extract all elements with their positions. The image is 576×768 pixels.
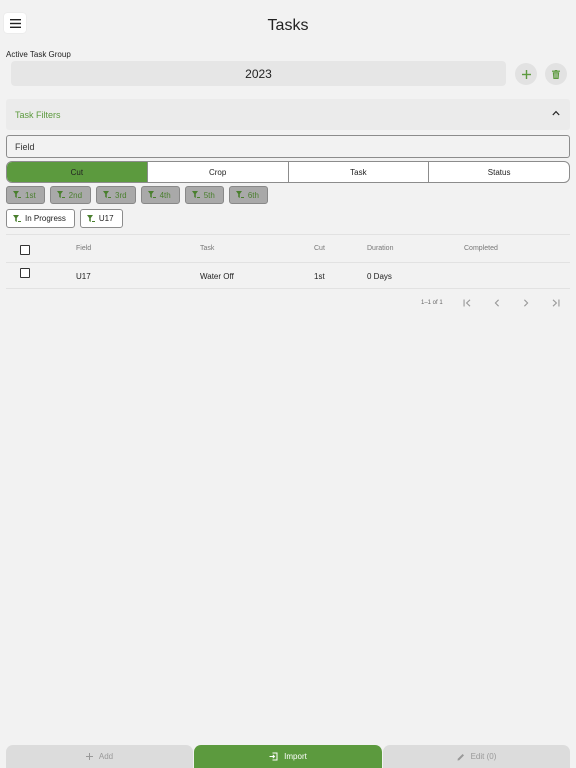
table-divider (6, 262, 570, 263)
filter-icon (235, 191, 244, 198)
cell-field: U17 (76, 272, 91, 281)
edit-button[interactable]: Edit (0) (383, 745, 570, 768)
filter-icon (56, 191, 65, 198)
chip-cut-3rd[interactable]: 3rd (96, 186, 136, 204)
chip-label: 4th (159, 190, 171, 200)
chip-label: In Progress (25, 214, 66, 223)
task-group-label: Active Task Group (6, 50, 71, 59)
column-header-task[interactable]: Task (200, 245, 214, 252)
field-filter-placeholder: Field (15, 141, 35, 152)
column-header-completed[interactable]: Completed (464, 245, 498, 252)
row-checkbox[interactable] (20, 268, 30, 278)
chevron-up-icon[interactable] (552, 110, 560, 116)
import-button[interactable]: Import (194, 745, 382, 768)
chip-label: U17 (98, 214, 114, 223)
add-task-label: Add (98, 752, 114, 761)
segment-crop[interactable]: Crop (146, 162, 288, 182)
trash-icon (552, 69, 560, 79)
plus-icon (521, 69, 531, 79)
field-filter-input[interactable]: Field (6, 135, 570, 158)
segment-cut[interactable]: Cut (7, 162, 147, 182)
filter-icon (13, 191, 21, 198)
chip-label: 5th (203, 190, 215, 200)
delete-task-group-button[interactable] (545, 63, 567, 85)
tasks-screen: Tasks Active Task Group 2023 Task Filter… (0, 0, 576, 768)
chip-label: 2nd (68, 190, 83, 200)
table-divider (6, 234, 570, 235)
chevron-right-icon (524, 299, 529, 307)
task-filters-title: Task Filters (15, 110, 61, 120)
chip-cut-5th[interactable]: 5th (184, 186, 224, 204)
active-filter-chips: In Progress U17 (6, 209, 123, 228)
chevron-left-icon (494, 299, 499, 307)
cell-task: Water Off (200, 272, 234, 281)
column-header-duration[interactable]: Duration (367, 245, 393, 252)
filter-icon (103, 191, 112, 198)
chip-cut-4th[interactable]: 4th (140, 186, 180, 204)
select-all-checkbox[interactable] (20, 245, 30, 255)
chip-cut-1st[interactable]: 1st (6, 186, 45, 204)
chip-cut-2nd[interactable]: 2nd (49, 186, 92, 204)
first-page-button[interactable] (460, 297, 474, 309)
task-filters-panel[interactable]: Task Filters (6, 99, 570, 130)
task-group-select[interactable]: 2023 (11, 61, 506, 86)
segment-status[interactable]: Status (428, 162, 569, 182)
chip-label: 6th (247, 190, 259, 200)
filter-icon (13, 214, 21, 222)
segment-task[interactable]: Task (287, 162, 429, 182)
task-group-value: 2023 (245, 66, 272, 81)
cell-duration: 0 Days (367, 272, 392, 281)
filter-icon (86, 214, 95, 222)
filter-icon (191, 191, 200, 198)
pencil-icon (457, 753, 464, 760)
filter-icon (147, 191, 156, 198)
add-task-button[interactable]: Add (6, 745, 193, 768)
chip-status-in-progress[interactable]: In Progress (6, 209, 75, 228)
page-title: Tasks (267, 17, 309, 34)
chip-field-u17[interactable]: U17 (79, 209, 123, 228)
cut-chips: 1st 2nd 3rd 4th 5th 6th (6, 186, 268, 204)
next-page-button[interactable] (519, 297, 533, 309)
pagination-range: 1–1 of 1 (421, 300, 443, 306)
column-header-field[interactable]: Field (76, 245, 91, 252)
last-page-button[interactable] (548, 297, 562, 309)
chip-label: 3rd (115, 190, 127, 200)
first-page-icon (463, 299, 470, 307)
chip-cut-6th[interactable]: 6th (228, 186, 268, 204)
previous-page-button[interactable] (490, 297, 504, 309)
chip-label: 1st (25, 190, 36, 200)
edit-label: Edit (0) (470, 752, 497, 761)
import-label: Import (284, 752, 307, 761)
column-header-cut[interactable]: Cut (314, 245, 325, 252)
filter-segmented-control: Cut Crop Task Status (6, 161, 570, 183)
import-icon (269, 752, 278, 761)
table-divider (6, 288, 570, 289)
add-task-group-button[interactable] (515, 63, 537, 85)
cell-cut: 1st (314, 272, 325, 281)
last-page-icon (552, 299, 559, 307)
plus-icon (85, 753, 93, 760)
